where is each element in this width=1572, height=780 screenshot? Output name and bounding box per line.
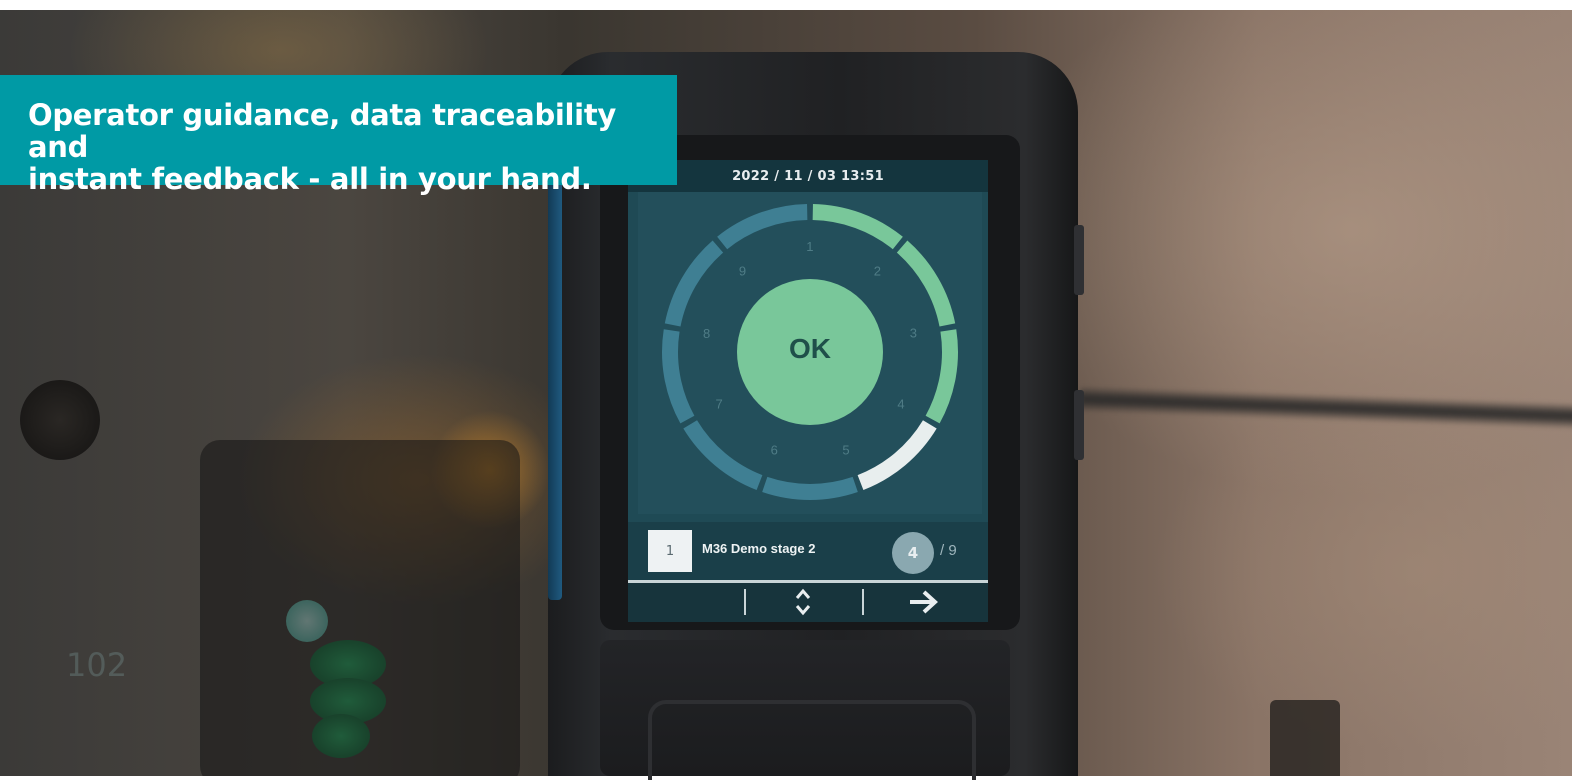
device-side-button bbox=[1074, 390, 1084, 460]
ring-number-label: 9 bbox=[739, 264, 746, 279]
dark-object bbox=[200, 440, 520, 776]
ring-segment bbox=[812, 204, 903, 250]
device-trigger-slot bbox=[648, 700, 976, 780]
ring-number-label: 3 bbox=[910, 326, 917, 341]
banner-headline: Operator guidance, data traceability and… bbox=[28, 99, 668, 195]
ring-segment bbox=[662, 329, 695, 424]
stage-name: M36 Demo stage 2 bbox=[702, 541, 816, 556]
arrow-right-icon[interactable] bbox=[906, 587, 940, 621]
current-count-badge: 4 bbox=[892, 532, 934, 574]
ring-number-label: 7 bbox=[715, 397, 722, 412]
up-down-chevron-icon[interactable] bbox=[792, 584, 814, 622]
ring-segment bbox=[857, 420, 937, 491]
nav-separator bbox=[744, 589, 746, 615]
ok-result-text: OK bbox=[789, 333, 831, 364]
stage-bar: 1 M36 Demo stage 2 4 / 9 bbox=[628, 522, 988, 580]
ring-number-label: 6 bbox=[771, 443, 778, 458]
ring-number-label: 5 bbox=[842, 443, 849, 458]
device-blue-edge bbox=[548, 180, 562, 600]
ring-segment bbox=[717, 204, 808, 250]
headline-banner: Operator guidance, data traceability and… bbox=[0, 75, 677, 195]
device-screen: 2022 / 11 / 03 13:51 1 2 3 4 5 6 7 8 9 1 M36 Dem… bbox=[628, 160, 988, 622]
screen-datetime: 2022 / 11 / 03 13:51 bbox=[628, 160, 988, 192]
ring-number-label: 1 bbox=[806, 239, 813, 254]
nav-separator bbox=[862, 589, 864, 615]
ring-segment bbox=[925, 329, 958, 424]
dark-post bbox=[1270, 700, 1340, 776]
page-number: 102 bbox=[66, 646, 128, 684]
banner-line-2: instant feedback - all in your hand. bbox=[28, 162, 592, 196]
blurred-cable bbox=[1079, 385, 1572, 431]
ring-segment bbox=[664, 240, 724, 327]
ring-segment bbox=[683, 420, 763, 491]
stage-number-box: 1 bbox=[648, 530, 692, 572]
screen-nav-bar bbox=[628, 583, 988, 622]
ring-segment bbox=[896, 240, 956, 327]
ring-number-label: 8 bbox=[703, 326, 710, 341]
ring-segment bbox=[762, 476, 858, 500]
ring-number-label: 4 bbox=[897, 396, 904, 411]
ring-number-label: 2 bbox=[874, 264, 881, 279]
total-count: / 9 bbox=[940, 542, 957, 559]
banner-line-1: Operator guidance, data traceability and bbox=[28, 98, 616, 164]
device-side-button bbox=[1074, 225, 1084, 295]
blurred-lens-light bbox=[20, 380, 100, 460]
